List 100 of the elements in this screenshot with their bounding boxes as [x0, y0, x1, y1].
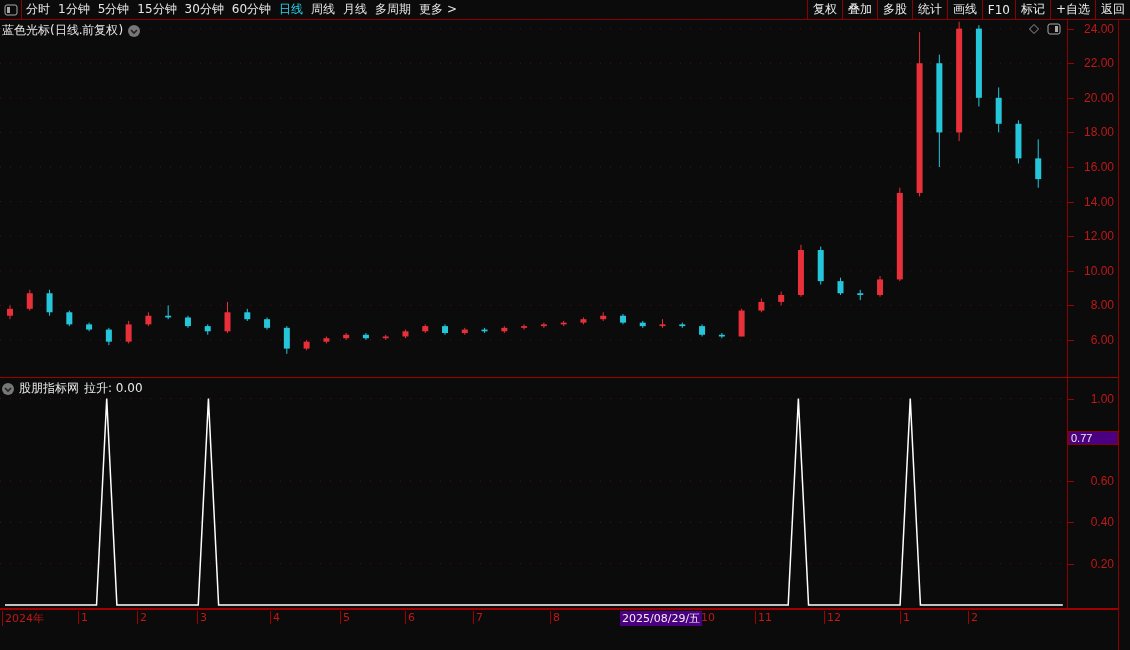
candle — [26, 289, 33, 312]
candle — [323, 336, 330, 344]
candle — [758, 297, 765, 313]
period-tab[interactable]: 月线 — [339, 0, 372, 19]
candle — [86, 322, 93, 332]
candle — [540, 322, 547, 329]
axis-tick-label: 0.20 — [1090, 556, 1114, 571]
candle — [679, 322, 686, 329]
candle — [699, 323, 706, 337]
toolbar-button[interactable]: 标记 — [1014, 0, 1050, 19]
candle — [461, 327, 468, 336]
period-tab[interactable]: 15分钟 — [133, 0, 181, 19]
chevron-down-icon[interactable] — [128, 24, 141, 37]
period-tab[interactable]: 5分钟 — [93, 0, 134, 19]
date-tick-label: 1 — [900, 611, 910, 624]
candle — [343, 332, 350, 341]
candle — [995, 86, 1002, 133]
candle — [817, 246, 824, 286]
period-tab[interactable]: 日线 — [275, 0, 308, 19]
date-tick-label: 4 — [270, 611, 280, 624]
date-tick-label: 5 — [340, 611, 350, 624]
candle — [362, 332, 369, 341]
toolbar-button[interactable]: 复权 — [806, 0, 842, 19]
chevron-down-icon[interactable] — [2, 382, 14, 395]
toolbar-button[interactable]: 画线 — [946, 0, 982, 19]
axis-tick-label: 1.00 — [1090, 391, 1114, 406]
toolbar-button[interactable]: 叠加 — [841, 0, 877, 19]
toolbar-button[interactable]: F10 — [981, 0, 1015, 19]
axis-tick-label: 0.60 — [1090, 474, 1114, 489]
period-tab[interactable]: 60分钟 — [227, 0, 276, 19]
candle — [639, 320, 646, 329]
axis-tick-label: 0.40 — [1090, 515, 1114, 530]
date-tick-label: 3 — [197, 611, 207, 624]
candle — [718, 332, 725, 339]
candle — [857, 289, 864, 301]
candle — [402, 329, 409, 339]
axis-tick-label: 22.00 — [1083, 56, 1114, 71]
date-tick-label: 8 — [550, 611, 560, 624]
candle — [7, 304, 13, 320]
candle — [66, 310, 73, 327]
period-tab[interactable]: 分时 — [22, 0, 54, 19]
candle — [125, 320, 132, 344]
date-tick-label: 11 — [755, 611, 772, 624]
candle — [1015, 119, 1022, 165]
candle — [442, 323, 448, 336]
more-menu[interactable]: 更多 > — [415, 0, 461, 19]
candle — [501, 325, 508, 334]
cursor-value-label: 0.77 — [1068, 431, 1118, 445]
toolbar-button[interactable]: +自选 — [1049, 0, 1095, 19]
axis-tick-label: 14.00 — [1083, 194, 1114, 209]
panel-toggle-icon[interactable] — [1047, 23, 1061, 35]
indicator-name: 股朋指标网 — [19, 380, 79, 397]
candle — [244, 308, 251, 322]
candle — [778, 291, 785, 306]
axis-tick-label: 24.00 — [1083, 21, 1114, 36]
candle — [204, 323, 211, 336]
candle — [382, 334, 389, 341]
candle — [165, 304, 172, 320]
period-tab[interactable]: 30分钟 — [180, 0, 228, 19]
candle — [422, 323, 429, 334]
candle — [580, 316, 587, 325]
date-tick-label: 2 — [968, 611, 978, 624]
candle — [560, 320, 567, 327]
period-tab[interactable]: 周线 — [307, 0, 340, 19]
axis-tick-label: 12.00 — [1083, 229, 1114, 244]
candle — [600, 311, 607, 322]
indicator-reading: 拉升: 0.00 — [84, 380, 143, 397]
axis-tick-label: 18.00 — [1083, 125, 1114, 140]
period-tab[interactable]: 多周期 — [371, 0, 416, 19]
date-tick-label: 12 — [824, 611, 841, 624]
candle — [303, 339, 310, 351]
candle — [877, 275, 884, 298]
period-tab[interactable]: 1分钟 — [54, 0, 94, 19]
candle — [224, 301, 231, 334]
cursor-date-label: 2025/08/29/五 — [620, 611, 703, 626]
date-tick-label: 6 — [405, 611, 415, 624]
date-tick-label: 2024年 — [2, 611, 44, 626]
axis-tick-label: 6.00 — [1090, 332, 1114, 347]
candle — [145, 311, 152, 327]
toolbar-button[interactable]: 统计 — [911, 0, 947, 19]
candle — [521, 323, 528, 331]
toolbar-button[interactable]: 返回 — [1095, 0, 1130, 19]
diamond-icon[interactable] — [1029, 24, 1039, 34]
candle — [659, 318, 666, 329]
candle — [184, 315, 191, 329]
date-tick-label: 1 — [78, 611, 88, 624]
axis-tick-label: 10.00 — [1083, 263, 1114, 278]
axis-tick-label: 16.00 — [1083, 160, 1114, 174]
candle — [1035, 138, 1042, 189]
candle — [283, 325, 290, 355]
chart-title: 蓝色光标(日线.前复权) — [2, 22, 124, 39]
candle — [46, 289, 53, 317]
candle — [837, 277, 844, 296]
axis-tick-label: 8.00 — [1090, 298, 1114, 313]
date-tick-label: 7 — [473, 611, 483, 624]
candle — [620, 313, 626, 325]
toolbar-button[interactable]: 多股 — [876, 0, 912, 19]
date-tick-label: 2 — [137, 611, 147, 624]
candle — [481, 327, 488, 334]
axis-tick-label: 20.00 — [1083, 90, 1114, 105]
